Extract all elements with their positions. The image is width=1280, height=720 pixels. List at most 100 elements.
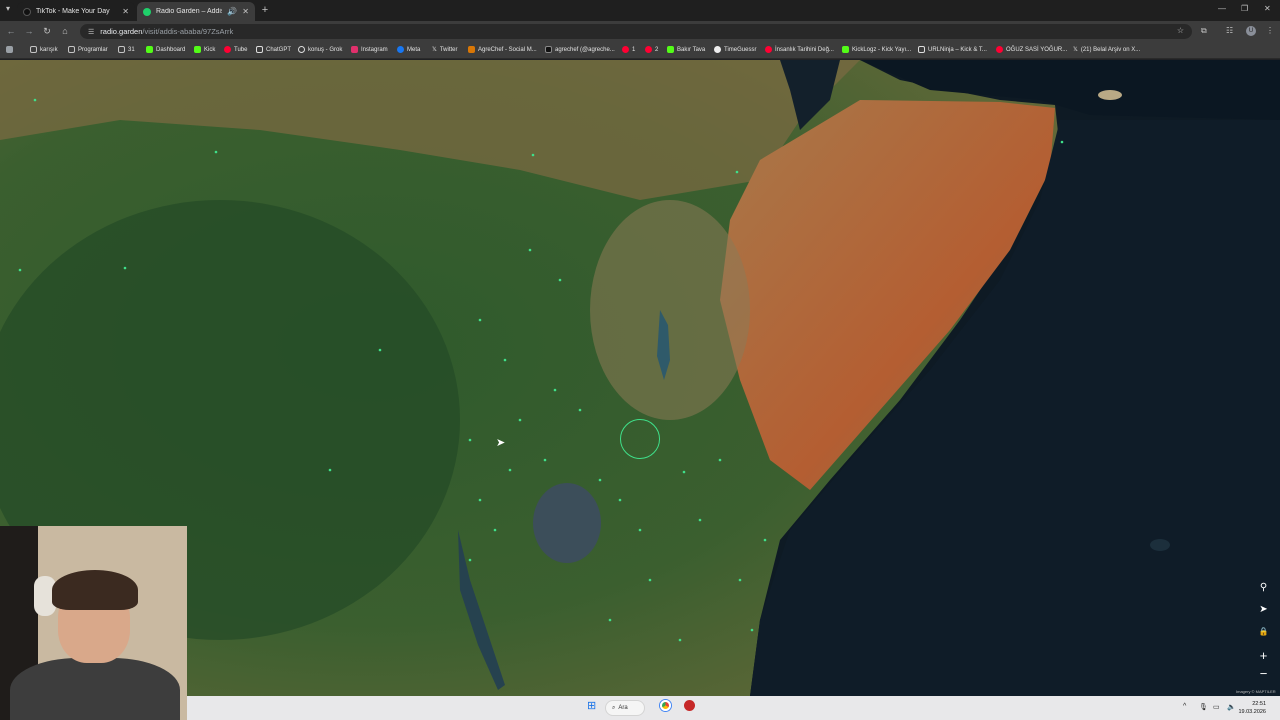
bookmark-item[interactable]: Kick [194,46,215,53]
radio-station-dot[interactable] [531,153,535,157]
location-pin-icon[interactable]: ⚲ [1255,579,1272,596]
site-info-icon[interactable]: ☰ [88,28,94,36]
bookmark-item[interactable]: 𝕏 Twitter [432,46,458,54]
maximize-icon[interactable]: ❐ [1241,4,1248,13]
bookmark-item[interactable]: agrechef (@agreche... [545,46,615,53]
profile-avatar[interactable]: U [1246,26,1256,36]
radio-station-dot[interactable] [718,458,722,462]
radio-station-dot[interactable] [33,98,37,102]
radio-station-dot[interactable] [478,318,482,322]
radio-station-dot[interactable] [543,458,547,462]
bookmark-item[interactable]: Bakır Tava [667,46,705,53]
bookmark-item[interactable]: KickLogz - Kick Yayı... [842,46,911,53]
radio-station-dot[interactable] [328,468,332,472]
browser-toolbar: ← → ↻ ⌂ ☰ radio.garden/visit/addis-ababa… [0,21,1280,42]
bookmark-item[interactable]: İnsanlık Tarihini Değ... [765,46,834,53]
globe-map[interactable]: ➤ ⚲ ➤ 🔒 + − Imagery © MAPTILER [0,60,1280,696]
bookmark-item[interactable]: Instagram [351,46,388,53]
bookmark-item[interactable]: TimeGuessr [714,46,756,53]
radio-station-dot[interactable] [518,418,522,422]
radio-station-dot[interactable] [478,498,482,502]
radio-station-dot[interactable] [468,558,472,562]
bookmark-item[interactable]: 1 [622,46,635,53]
youtube-icon [996,46,1003,53]
close-icon[interactable]: ✕ [242,7,249,16]
tab-tiktok[interactable]: TikTok - Make Your Day ✕ [17,2,135,21]
radio-station-dot[interactable] [508,468,512,472]
lock-icon[interactable]: 🔒 [1255,623,1272,640]
taskbar-clock[interactable]: 22:51 19.03.2026 [1238,700,1266,716]
radio-station-dot[interactable] [493,528,497,532]
radio-station-dot[interactable] [378,348,382,352]
radio-station-dot[interactable] [682,470,686,474]
home-icon[interactable]: ⌂ [60,26,70,36]
tab-search-icon[interactable]: ▾ [6,4,10,13]
zoom-out-icon[interactable]: − [1255,665,1272,682]
microphone-icon[interactable]: 🎙 [1199,703,1208,711]
apps-grid-icon[interactable] [6,46,13,53]
bookmark-item[interactable]: AgreChef - Social M... [468,46,537,53]
network-icon[interactable]: ▭ [1213,703,1220,711]
minimize-icon[interactable]: — [1218,4,1226,13]
bookmark-item[interactable]: 31 [118,46,135,53]
bookmark-item[interactable]: ChatGPT [256,46,291,53]
bookmark-label: İnsanlık Tarihini Değ... [775,46,834,53]
taskbar-search[interactable]: ⌕ Ara [605,700,645,716]
radio-station-dot[interactable] [678,638,682,642]
radio-station-dot[interactable] [578,408,582,412]
bookmark-item[interactable]: Programlar [68,46,108,53]
address-bar[interactable]: ☰ radio.garden/visit/addis-ababa/97ZsArr… [80,24,1192,39]
close-icon[interactable]: ✕ [122,7,129,16]
bookmark-label: AgreChef - Social M... [478,46,537,53]
side-panel-icon[interactable]: ☷ [1226,26,1233,35]
reload-icon[interactable]: ↻ [42,26,52,37]
radio-station-dot[interactable] [123,266,127,270]
bookmark-item[interactable]: 2 [645,46,658,53]
bookmark-item[interactable]: OĞUZ SASİ YOĞUR... [996,46,1067,53]
chrome-icon[interactable] [660,700,671,713]
windows-start-icon[interactable]: ⊞ [587,699,596,712]
navigate-arrow-icon[interactable]: ➤ [1255,601,1272,618]
radio-station-dot[interactable] [1060,140,1064,144]
radio-station-dot[interactable] [648,578,652,582]
radio-station-dot[interactable] [618,498,622,502]
radio-station-dot[interactable] [763,538,767,542]
bookmark-item[interactable]: Tube [224,46,247,53]
selected-station-ring[interactable] [620,419,660,459]
radio-station-dot[interactable] [598,478,602,482]
new-tab-button[interactable]: + [259,4,271,16]
bookmark-item[interactable]: konuş - Grok [298,46,342,53]
radio-station-dot[interactable] [738,578,742,582]
extensions-icon[interactable]: ⧉ [1201,26,1207,36]
radio-station-dot[interactable] [18,268,22,272]
bookmark-item[interactable]: Meta [397,46,420,53]
radio-station-dot[interactable] [608,618,612,622]
app-icon[interactable] [684,700,695,713]
radio-station-dot[interactable] [750,628,754,632]
menu-kebab-icon[interactable]: ⋮ [1266,26,1274,35]
tray-chevron-icon[interactable]: ^ [1183,703,1186,710]
zoom-in-icon[interactable]: + [1255,647,1272,664]
radio-station-dot[interactable] [558,278,562,282]
radio-station-dot[interactable] [468,438,472,442]
tab-radio-garden[interactable]: Radio Garden – Addis Ababa 🔊 ✕ [137,2,255,21]
bookmark-star-icon[interactable]: ☆ [1177,26,1184,35]
back-icon[interactable]: ← [6,26,16,36]
volume-icon[interactable]: 🔈 [1227,703,1236,711]
radio-station-dot[interactable] [698,518,702,522]
window-close-icon[interactable]: ✕ [1264,4,1271,13]
radio-station-dot[interactable] [553,388,557,392]
speaker-icon[interactable]: 🔊 [227,7,237,16]
radio-station-dot[interactable] [214,150,218,154]
radio-station-dot[interactable] [638,528,642,532]
bookmark-item[interactable]: URLNinja – Kick & T... [918,46,987,53]
bookmark-item[interactable]: karışık [30,46,58,53]
bookmarks-bar: karışık Programlar 31 Dashboard Kick Tub… [0,42,1280,59]
radio-station-dot[interactable] [735,170,739,174]
radio-station-dot[interactable] [503,358,507,362]
forward-icon[interactable]: → [24,26,34,36]
tab-title: Radio Garden – Addis Ababa [156,8,222,15]
radio-station-dot[interactable] [528,248,532,252]
bookmark-item[interactable]: 𝕏 (21) Belal Arşiv on X... [1073,46,1140,54]
bookmark-item[interactable]: Dashboard [146,46,185,53]
